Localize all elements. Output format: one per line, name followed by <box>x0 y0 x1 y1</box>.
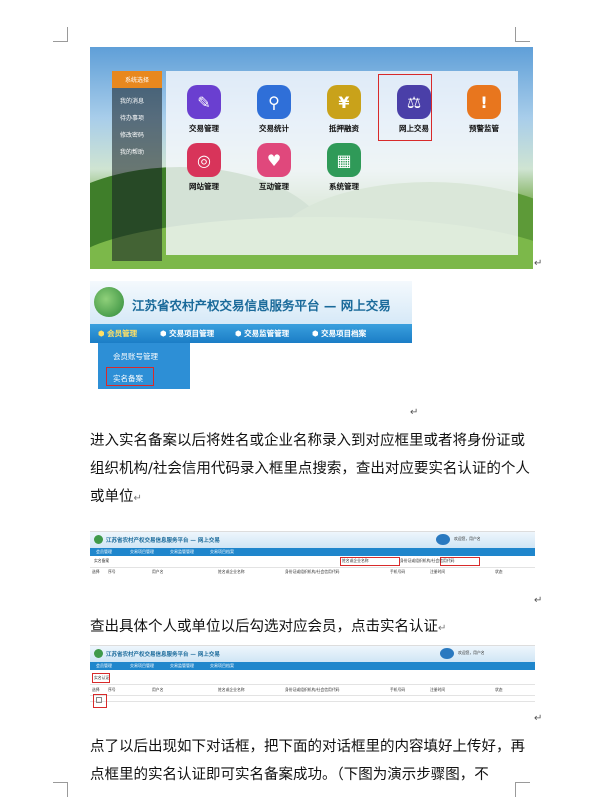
sidebar-item-todo[interactable]: 待办事项 <box>112 105 162 122</box>
main-nav: 会员管理 交易项目管理 交易监管管理 交易项目档案 <box>90 662 535 670</box>
crop-mark-bottom-left <box>53 782 68 797</box>
user-avatar <box>436 534 450 545</box>
realname-button[interactable]: 实名认证 <box>94 675 109 681</box>
yen-icon: ¥ <box>327 85 361 119</box>
menu-screenshot: 江苏省农村产权交易信息服务平台 — 网上交易 ⬢ 会员管理 ⬢ 交易项目管理 ⬢… <box>90 281 412 389</box>
app-tile-2[interactable]: ⚲ 交易统计 <box>244 85 304 134</box>
column-header: 注册时间 <box>430 687 446 692</box>
app-tile-5[interactable]: ! 预警监管 <box>454 85 514 134</box>
platform-title: 江苏省农村产权交易信息服务平台 — 网上交易 <box>106 538 220 544</box>
user-avatar <box>440 648 454 659</box>
nav-supervision-mgmt[interactable]: 交易监管管理 <box>170 663 194 669</box>
app-tile-label: 互动管理 <box>259 182 289 191</box>
column-header: 状态 <box>495 687 503 692</box>
nav-member-mgmt[interactable]: ⬢ 会员管理 <box>98 328 137 339</box>
nav-project-archive[interactable]: ⬢ 交易项目档案 <box>312 328 366 339</box>
nav-member-mgmt[interactable]: 会员管理 <box>96 663 112 669</box>
result-screenshot: 江苏省农村产权交易信息服务平台 — 网上交易 欢迎您，用户名 会员管理 交易项目… <box>90 645 535 708</box>
platform-logo <box>94 535 103 544</box>
column-header: 姓名或企业名称 <box>218 569 245 574</box>
tab-realname[interactable]: 实名备案 <box>94 558 109 564</box>
column-header: 手机号码 <box>390 687 406 692</box>
nav-project-mgmt[interactable]: 交易项目管理 <box>130 663 154 669</box>
column-header: 序号 <box>108 569 116 574</box>
system-sidebar: 系统选择 我的消息 待办事项 修改密码 我的帮助 <box>112 71 162 261</box>
main-nav: ⬢ 会员管理 ⬢ 交易项目管理 ⬢ 交易监管管理 ⬢ 交易项目档案 <box>90 324 412 343</box>
highlight-realname <box>106 367 154 386</box>
paragraph-mark: ↵ <box>534 595 543 606</box>
platform-logo <box>94 649 103 658</box>
app-tile-3[interactable]: ¥ 抵押融资 <box>314 85 374 134</box>
crop-mark-top-left <box>53 27 68 42</box>
column-header: 姓名或企业名称 <box>218 687 245 692</box>
nav-supervision-mgmt[interactable]: 交易监管管理 <box>170 549 194 555</box>
paragraph-mark: ↵ <box>410 407 419 418</box>
user-welcome: 欢迎您，用户名 <box>458 650 485 655</box>
menu-item-account[interactable]: 会员账号管理 <box>113 351 158 362</box>
platform-title: 江苏省农村产权交易信息服务平台 — 网上交易 <box>106 652 220 658</box>
nav-project-mgmt[interactable]: 交易项目管理 <box>130 549 154 555</box>
member-dropdown: 会员账号管理 实名备案 <box>98 343 190 389</box>
id-search-label: 身份证或组织机构/社会信用代码 <box>400 558 455 563</box>
app-tiles-panel: ✎ 交易管理 ⚲ 交易统计 ¥ 抵押融资 ⚖ 网上交易! 预警监管 ◎ 网站管理 ♥ 互动管理 ▦ 系统管理 <box>166 71 518 255</box>
heart-icon: ♥ <box>257 143 291 177</box>
app-tile-1[interactable]: ✎ 交易管理 <box>174 85 234 134</box>
column-header: 身份证或组织机构/社会信用代码 <box>285 687 340 692</box>
paragraph-1: 进入实名备案以后将姓名或企业名称录入到对应框里或者将身份证或组织机构/社会信用代… <box>90 433 530 505</box>
column-header: 用户名 <box>152 687 164 692</box>
highlight-online-trade <box>378 74 432 141</box>
app-tile-label: 预警监管 <box>469 124 499 133</box>
app-tile-label: 交易管理 <box>189 124 219 133</box>
main-nav: 会员管理 交易项目管理 交易监管管理 交易项目档案 <box>90 548 535 556</box>
row-checkbox[interactable] <box>96 697 102 703</box>
name-search-label: 姓名或企业名称 <box>342 558 369 563</box>
column-header: 用户名 <box>152 569 164 574</box>
sidebar-header[interactable]: 系统选择 <box>112 71 162 88</box>
crop-mark-top-right <box>515 27 530 42</box>
nav-project-archive[interactable]: 交易项目档案 <box>210 549 234 555</box>
column-header: 状态 <box>495 569 503 574</box>
globe-icon: ◎ <box>187 143 221 177</box>
platform-logo <box>94 287 124 317</box>
paragraph-mark: ↵ <box>534 713 543 724</box>
app-tile-label: 抵押融资 <box>329 124 359 133</box>
column-header: 序号 <box>108 687 116 692</box>
warning-shield-icon: ! <box>467 85 501 119</box>
platform-banner: 江苏省农村产权交易信息服务平台 — 网上交易 <box>90 281 412 325</box>
nav-member-mgmt[interactable]: 会员管理 <box>96 549 112 555</box>
column-header: 选择 <box>92 687 100 692</box>
user-welcome: 欢迎您，用户名 <box>454 536 481 541</box>
column-header: 身份证或组织机构/社会信用代码 <box>285 569 340 574</box>
search-screenshot: 江苏省农村产权交易信息服务平台 — 网上交易 欢迎您，用户名 会员管理 交易项目… <box>90 531 535 577</box>
app-tile-label: 交易统计 <box>259 124 289 133</box>
platform-title: 江苏省农村产权交易信息服务平台 — 网上交易 <box>132 298 391 313</box>
column-header: 注册时间 <box>430 569 446 574</box>
paragraph-3: 点了以后出现如下对话框，把下面的对话框里的内容填好上传好，再点框里的实名认证即可… <box>90 739 525 783</box>
grid-icon: ▦ <box>327 143 361 177</box>
sidebar-item-messages[interactable]: 我的消息 <box>112 88 162 105</box>
app-tile-label: 系统管理 <box>329 182 359 191</box>
app-tile-label: 网站管理 <box>189 182 219 191</box>
nav-project-mgmt[interactable]: ⬢ 交易项目管理 <box>160 328 214 339</box>
sidebar-item-help[interactable]: 我的帮助 <box>112 139 162 156</box>
search-icon: ⚲ <box>257 85 291 119</box>
edit-icon: ✎ <box>187 85 221 119</box>
home-portal-screenshot: 系统选择 我的消息 待办事项 修改密码 我的帮助 ✎ 交易管理 ⚲ 交易统计 ¥ 抵押融资… <box>90 47 533 269</box>
column-header: 选择 <box>92 569 100 574</box>
nav-supervision-mgmt[interactable]: ⬢ 交易监管管理 <box>235 328 289 339</box>
app-tile-7[interactable]: ♥ 互动管理 <box>244 143 304 192</box>
column-header: 手机号码 <box>390 569 406 574</box>
app-tile-8[interactable]: ▦ 系统管理 <box>314 143 374 192</box>
app-tile-6[interactable]: ◎ 网站管理 <box>174 143 234 192</box>
paragraph-mark: ↵ <box>534 258 543 269</box>
sidebar-item-password[interactable]: 修改密码 <box>112 122 162 139</box>
nav-project-archive[interactable]: 交易项目档案 <box>210 663 234 669</box>
paragraph-2: 查出具体个人或单位以后勾选对应会员，点击实名认证↵ <box>90 619 447 635</box>
